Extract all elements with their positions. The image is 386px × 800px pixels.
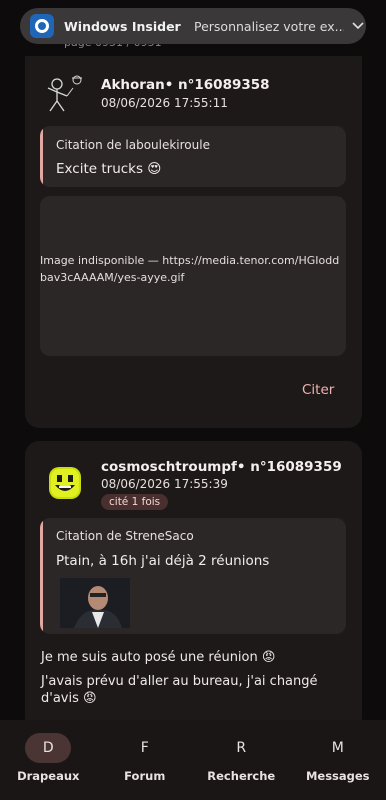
image-placeholder: Image indisponible — https://media.tenor…	[40, 196, 346, 356]
recherche-icon[interactable]: R	[219, 733, 263, 763]
avatar[interactable]	[43, 74, 87, 118]
nav-label[interactable]: Forum	[97, 769, 194, 783]
post-body-line: J'avais prévu d'aller au bureau, j'ai ch…	[41, 674, 318, 689]
forum-icon[interactable]: F	[123, 733, 167, 763]
notification-app-title: Windows Insider P...	[64, 18, 186, 34]
quote-author: Citation de laboulekiroule	[56, 138, 210, 152]
image-unavailable-text: Image indisponible — https://media.tenor…	[40, 254, 340, 284]
nav-item-forum[interactable]: F Forum	[97, 720, 194, 800]
nav-item-drapeaux[interactable]: D Drapeaux	[0, 720, 97, 800]
nav-label[interactable]: Messages	[290, 769, 386, 783]
smiley-avatar-icon[interactable]	[45, 463, 89, 507]
nav-item-recherche[interactable]: R Recherche	[193, 720, 290, 800]
post-date: 08/06/2026 17:55:39	[101, 477, 228, 491]
forum-post: cosmoschtroumpf• n°16089359 08/06/2026 1…	[25, 441, 362, 731]
quoted-count-badge[interactable]: cité 1 fois	[101, 494, 169, 510]
bottom-navigation: D Drapeaux F Forum R Recherche M Message…	[0, 720, 386, 800]
quote-block: Citation de laboulekiroule Excite trucks…	[40, 126, 346, 187]
author-name[interactable]: Akhoran• n°16089358	[101, 77, 270, 93]
notification-text: Personnalisez votre ex...	[194, 18, 344, 34]
notification-banner[interactable]: Windows Insider P... Personnalisez votre…	[20, 8, 366, 44]
quote-author: Citation de StreneSaco	[56, 529, 194, 543]
windows-insider-icon	[30, 14, 54, 38]
post-date: 08/06/2026 17:55:11	[101, 96, 228, 110]
drapeaux-icon[interactable]: D	[25, 733, 72, 763]
quote-text: Excite trucks 😍	[56, 161, 162, 177]
nav-label[interactable]: Drapeaux	[0, 769, 97, 783]
nav-label[interactable]: Recherche	[193, 769, 290, 783]
chevron-down-icon[interactable]	[350, 18, 366, 34]
quote-block: Citation de StreneSaco Ptain, à 16h j'ai…	[40, 518, 346, 634]
quote-image-thumbnail[interactable]	[60, 578, 130, 628]
quote-text: Ptain, à 16h j'ai déjà 2 réunions	[56, 553, 270, 569]
forum-post: Akhoran• n°16089358 08/06/2026 17:55:11 …	[25, 56, 362, 428]
messages-icon[interactable]: M	[316, 733, 360, 763]
author-name[interactable]: cosmoschtroumpf• n°16089359	[101, 459, 342, 475]
post-body-line: Je me suis auto posé une réunion 😡	[41, 650, 276, 665]
nav-item-messages[interactable]: M Messages	[290, 720, 386, 800]
cite-button[interactable]: Citer	[302, 382, 334, 398]
post-body-line: d'avis 😡	[41, 691, 97, 706]
